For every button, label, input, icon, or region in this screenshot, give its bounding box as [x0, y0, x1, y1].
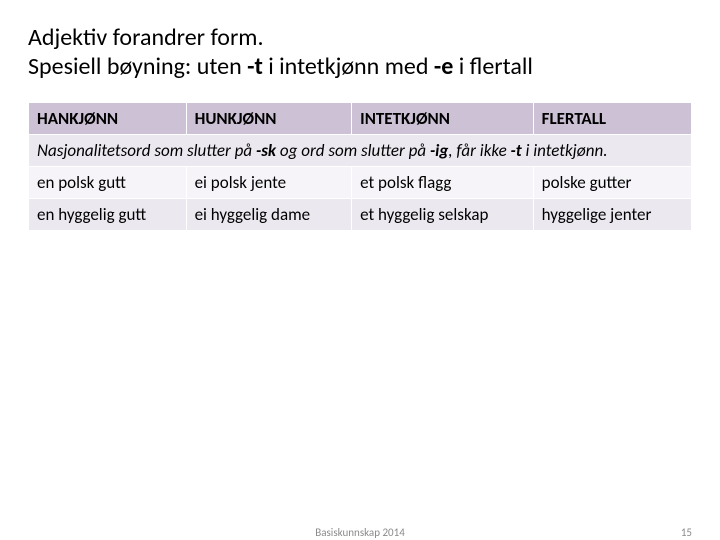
table-row: en hyggelig gutt ei hyggelig dame et hyg…	[29, 198, 692, 230]
note-e: , får ikke	[448, 140, 510, 161]
table-note-cell: Nasjonalitetsord som slutter på -sk og o…	[29, 134, 692, 166]
cell: ei hyggelig dame	[186, 198, 352, 230]
page-number: 15	[681, 526, 692, 539]
col-hunkjonn: HUNKJØNN	[186, 102, 352, 134]
cell: en hyggelig gutt	[29, 198, 187, 230]
footer-center: Basiskunnskap 2014	[315, 526, 405, 539]
title-line2-d: -e	[434, 52, 453, 81]
cell: et polsk flagg	[352, 166, 533, 198]
col-hankjonn: HANKJØNN	[29, 102, 187, 134]
note-c: og ord som slutter på	[276, 140, 430, 161]
title-line2-b: -t	[247, 52, 263, 81]
cell: ei polsk jente	[186, 166, 352, 198]
table-header-row: HANKJØNN HUNKJØNN INTETKJØNN FLERTALL	[29, 102, 692, 134]
col-intetkjonn: INTETKJØNN	[352, 102, 533, 134]
cell: hyggelige jenter	[533, 198, 691, 230]
inflection-table: HANKJØNN HUNKJØNN INTETKJØNN FLERTALL Na…	[28, 102, 692, 231]
page-title: Adjektiv forandrer form. Spesiell bøynin…	[28, 24, 692, 82]
table-row: en polsk gutt ei polsk jente et polsk fl…	[29, 166, 692, 198]
title-line2-c: i intetkjønn med	[263, 52, 434, 81]
slide: Adjektiv forandrer form. Spesiell bøynin…	[0, 0, 720, 540]
note-g: i intetkjønn.	[522, 140, 608, 161]
note-d: -ig	[430, 140, 448, 161]
cell: et hyggelig selskap	[352, 198, 533, 230]
cell: en polsk gutt	[29, 166, 187, 198]
cell: polske gutter	[533, 166, 691, 198]
note-b: -sk	[256, 140, 276, 161]
table-note-row: Nasjonalitetsord som slutter på -sk og o…	[29, 134, 692, 166]
title-line1: Adjektiv forandrer form.	[28, 23, 264, 52]
title-line2-e: i flertall	[453, 52, 533, 81]
note-a: Nasjonalitetsord som slutter på	[37, 140, 256, 161]
note-f: -t	[511, 140, 522, 161]
title-line2-a: Spesiell bøyning: uten	[28, 52, 247, 81]
col-flertall: FLERTALL	[533, 102, 691, 134]
